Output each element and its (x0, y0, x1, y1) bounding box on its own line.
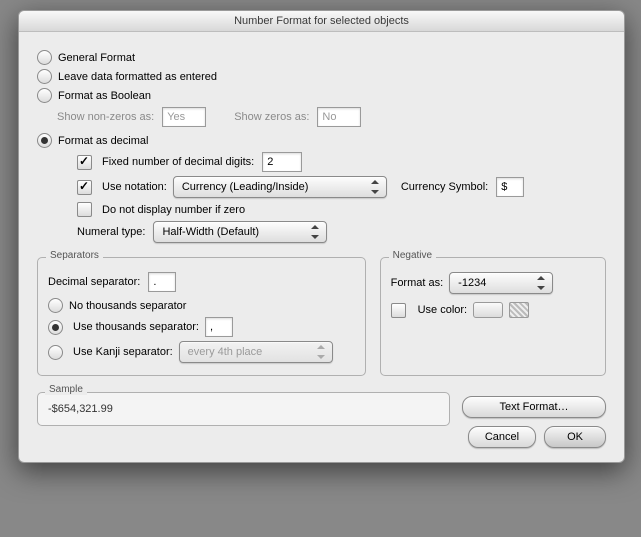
use-notation-row: Use notation: Currency (Leading/Inside) … (77, 176, 606, 198)
kanji-label: Use Kanji separator: (73, 346, 173, 358)
number-format-dialog: Number Format for selected objects Gener… (18, 10, 625, 463)
cancel-button[interactable]: Cancel (468, 426, 536, 448)
decimal-sep-label: Decimal separator: (48, 276, 140, 288)
negative-format-label: Format as: (391, 277, 444, 289)
no-display-zero-label: Do not display number if zero (102, 204, 245, 216)
numeral-type-select[interactable]: Half-Width (Default) (153, 221, 327, 243)
kanji-value: every 4th place (188, 346, 263, 358)
fixed-digits-label: Fixed number of decimal digits: (102, 156, 254, 168)
radio-icon (48, 320, 63, 335)
sample-box: -$654,321.99 (37, 392, 450, 426)
option-as-entered[interactable]: Leave data formatted as entered (37, 69, 606, 84)
numeral-type-value: Half-Width (Default) (162, 226, 259, 238)
checkbox-no-display-zero[interactable] (77, 202, 92, 217)
checkbox-use-notation[interactable] (77, 180, 92, 195)
option-boolean[interactable]: Format as Boolean (37, 88, 606, 103)
sample-value: -$654,321.99 (48, 403, 113, 415)
separators-legend: Separators (46, 250, 103, 261)
fixed-digits-row: Fixed number of decimal digits: (77, 152, 606, 172)
fixed-digits-input[interactable] (262, 152, 302, 172)
use-thousands-label: Use thousands separator: (73, 321, 199, 333)
option-no-thousands[interactable]: No thousands separator (48, 298, 355, 313)
negative-format-select[interactable]: -1234 (449, 272, 553, 294)
text-format-button[interactable]: Text Format… (462, 396, 606, 418)
color-swatch-button[interactable] (473, 302, 503, 318)
separators-group: Separators Decimal separator: No thousan… (37, 257, 366, 376)
checkbox-use-color[interactable] (391, 303, 406, 318)
radio-icon (48, 298, 63, 313)
checkbox-fixed-digits[interactable] (77, 155, 92, 170)
currency-symbol-label: Currency Symbol: (401, 181, 488, 193)
option-use-thousands[interactable]: Use thousands separator: (48, 317, 355, 337)
radio-icon (37, 69, 52, 84)
currency-symbol-input[interactable] (496, 177, 524, 197)
thousands-sep-input[interactable] (205, 317, 233, 337)
no-display-zero-row: Do not display number if zero (77, 202, 606, 217)
button-label: Cancel (485, 431, 519, 443)
content-area: General Format Leave data formatted as e… (19, 32, 624, 462)
negative-legend: Negative (389, 250, 436, 261)
negative-color-row: Use color: (391, 302, 595, 318)
color-swatch-preview (509, 302, 529, 318)
no-thousands-label: No thousands separator (69, 300, 186, 312)
ok-button[interactable]: OK (544, 426, 606, 448)
decimal-sep-input[interactable] (148, 272, 176, 292)
button-label: OK (567, 431, 583, 443)
show-nonzeros-label: Show non-zeros as: (57, 111, 154, 123)
show-zeros-label: Show zeros as: (234, 111, 309, 123)
option-label: Format as Boolean (58, 90, 151, 102)
option-label: General Format (58, 52, 135, 64)
option-kanji[interactable]: Use Kanji separator: every 4th place (48, 341, 355, 363)
notation-select[interactable]: Currency (Leading/Inside) (173, 176, 387, 198)
titlebar: Number Format for selected objects (19, 11, 624, 32)
use-color-label: Use color: (418, 304, 468, 316)
numeral-type-label: Numeral type: (77, 226, 145, 238)
radio-icon (37, 133, 52, 148)
show-zeros-input[interactable] (317, 107, 361, 127)
option-label: Leave data formatted as entered (58, 71, 217, 83)
window-title: Number Format for selected objects (234, 15, 409, 27)
radio-icon (37, 50, 52, 65)
negative-group: Negative Format as: -1234 Use color: (380, 257, 606, 376)
negative-format-value: -1234 (458, 277, 486, 289)
numeral-type-row: Numeral type: Half-Width (Default) (77, 221, 606, 243)
decimal-separator-row: Decimal separator: (48, 272, 355, 292)
negative-format-row: Format as: -1234 (391, 272, 595, 294)
notation-value: Currency (Leading/Inside) (182, 181, 309, 193)
updown-icon (534, 275, 548, 291)
option-general-format[interactable]: General Format (37, 50, 606, 65)
sample-legend: Sample (45, 384, 87, 395)
radio-icon (48, 345, 63, 360)
option-label: Format as decimal (58, 135, 148, 147)
option-decimal[interactable]: Format as decimal (37, 133, 606, 148)
use-notation-label: Use notation: (102, 181, 167, 193)
updown-icon (368, 179, 382, 195)
sample-group: Sample -$654,321.99 (37, 392, 450, 426)
boolean-subrow: Show non-zeros as: Show zeros as: (57, 107, 606, 127)
updown-icon (308, 224, 322, 240)
radio-icon (37, 88, 52, 103)
show-nonzeros-input[interactable] (162, 107, 206, 127)
updown-icon (314, 344, 328, 360)
kanji-select[interactable]: every 4th place (179, 341, 333, 363)
button-label: Text Format… (499, 401, 568, 413)
